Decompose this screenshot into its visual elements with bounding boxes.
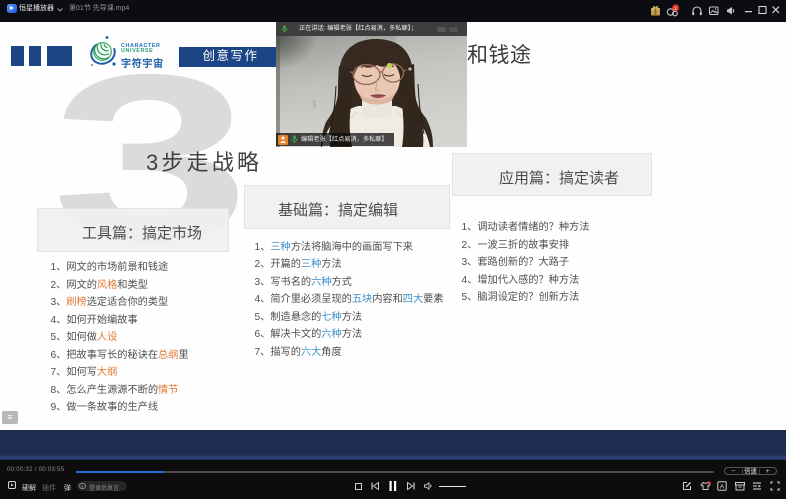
- svg-text:A: A: [720, 483, 725, 490]
